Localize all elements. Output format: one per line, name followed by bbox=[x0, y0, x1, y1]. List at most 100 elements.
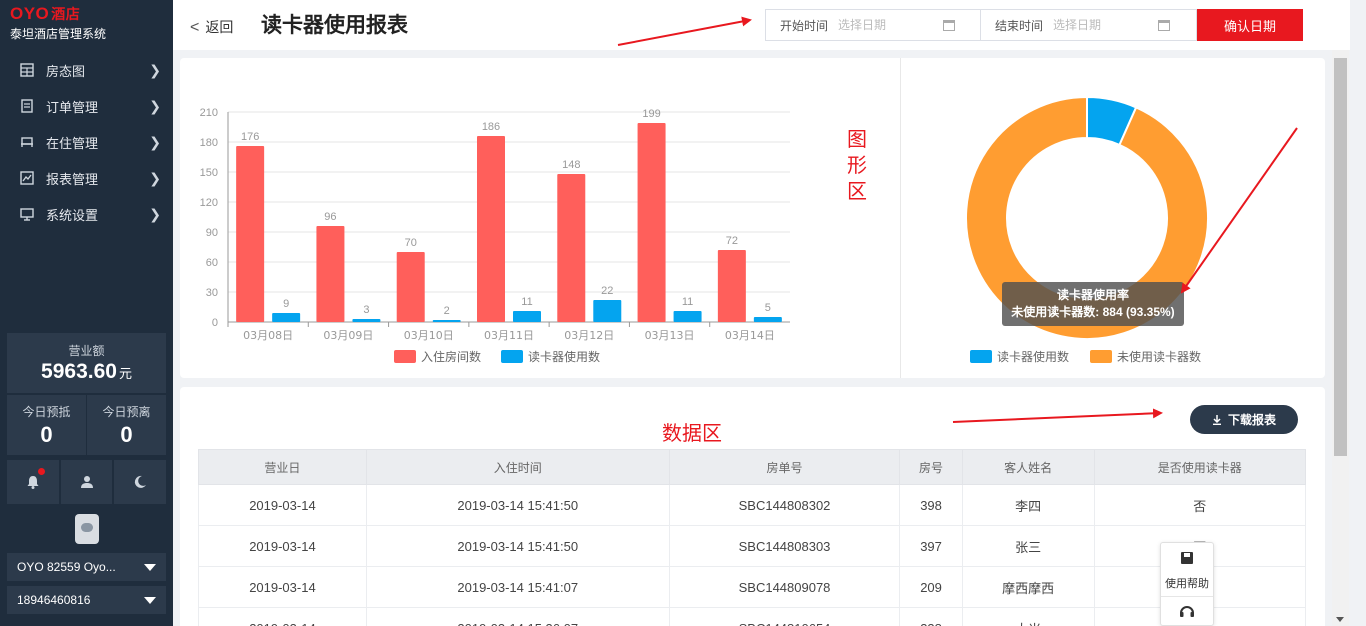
confirm-date-button[interactable]: 确认日期 bbox=[1197, 9, 1303, 41]
table-row[interactable]: 2019-03-14 2019-03-14 15:41:50 SBC14480830… bbox=[198, 484, 1307, 526]
legend-swatch[interactable] bbox=[970, 350, 992, 363]
table-cell: 摩西摩西 bbox=[961, 566, 1095, 608]
bar[interactable] bbox=[673, 311, 702, 322]
headset-icon bbox=[1180, 605, 1194, 617]
chevron-right-icon: ❯ bbox=[149, 97, 161, 114]
notification-button[interactable] bbox=[7, 460, 59, 504]
table-cell: 2019-03-14 bbox=[198, 484, 367, 526]
table-row[interactable]: 2019-03-14 2019-03-14 15:41:07 SBC14480907… bbox=[198, 566, 1307, 608]
column-header: 房单号 bbox=[668, 449, 901, 485]
bar[interactable] bbox=[352, 319, 381, 322]
card-reader-device-icon bbox=[75, 514, 99, 544]
table-cell: 2019-03-14 15:41:07 bbox=[365, 566, 670, 608]
bell-icon bbox=[27, 476, 39, 489]
data-label: 72 bbox=[726, 235, 738, 247]
sidebar-menu: 房态图 ❯ 订单管理 ❯ 在住管理 ❯ 报表管理 ❯ 系统设置 ❯ bbox=[0, 52, 173, 232]
chevron-right-icon: ❯ bbox=[149, 205, 161, 222]
legend-label[interactable]: 读卡器使用数 bbox=[997, 349, 1069, 364]
user-button[interactable] bbox=[60, 460, 113, 504]
table-header-row: 营业日 入住时间 房单号 房号 客人姓名 是否使用读卡器 bbox=[198, 449, 1307, 485]
chevron-left-icon: < bbox=[190, 19, 200, 36]
table-cell: SBC144809078 bbox=[668, 566, 901, 608]
legend-label[interactable]: 读卡器使用数 bbox=[528, 349, 600, 364]
chart-icon bbox=[20, 171, 34, 185]
help-button[interactable]: 使用帮助 bbox=[1161, 543, 1213, 597]
table-cell: 398 bbox=[899, 484, 963, 526]
data-label: 70 bbox=[405, 237, 417, 249]
sidebar-item-in-house[interactable]: 在住管理 ❯ bbox=[0, 124, 173, 160]
bar[interactable] bbox=[717, 250, 746, 322]
help-widget: 使用帮助 bbox=[1160, 542, 1214, 626]
revenue-label: 营业额 bbox=[68, 344, 105, 358]
legend-label[interactable]: 未使用读卡器数 bbox=[1117, 349, 1201, 364]
data-label: 96 bbox=[324, 211, 336, 223]
start-date-field[interactable]: 开始时间 bbox=[765, 9, 981, 41]
hotel-select[interactable]: OYO 82559 Oyo... bbox=[7, 553, 166, 581]
y-tick-label: 210 bbox=[200, 107, 218, 119]
notification-dot bbox=[37, 468, 45, 475]
download-report-button[interactable]: 下载报表 bbox=[1190, 405, 1298, 434]
legend-swatch[interactable] bbox=[394, 350, 416, 363]
legend-swatch[interactable] bbox=[501, 350, 523, 363]
sidebar-item-settings[interactable]: 系统设置 ❯ bbox=[0, 196, 173, 232]
account-select[interactable]: 18946460816 bbox=[7, 586, 166, 614]
start-date-input[interactable] bbox=[838, 18, 944, 32]
x-tick-label: 03月14日 bbox=[725, 329, 775, 342]
column-header: 是否使用读卡器 bbox=[1093, 449, 1307, 485]
back-button[interactable]: < 返回 bbox=[190, 17, 233, 37]
end-date-field[interactable]: 结束时间 bbox=[981, 9, 1197, 41]
end-date-label: 结束时间 bbox=[995, 18, 1044, 33]
sidebar-item-reports[interactable]: 报表管理 ❯ bbox=[0, 160, 173, 196]
bar[interactable] bbox=[753, 317, 782, 322]
sidebar-item-room-status[interactable]: 房态图 ❯ bbox=[0, 52, 173, 88]
data-label: 186 bbox=[482, 121, 500, 133]
monitor-icon bbox=[20, 208, 34, 221]
hotel-select-value: OYO 82559 Oyo... bbox=[17, 560, 116, 574]
data-label: 2 bbox=[444, 305, 450, 317]
x-tick-label: 03月10日 bbox=[404, 329, 454, 342]
revenue-value: 5963.60 元 bbox=[41, 360, 132, 383]
scrollbar-thumb[interactable] bbox=[1334, 58, 1347, 456]
legend-label[interactable]: 入住房间数 bbox=[421, 349, 481, 364]
oyo-logo: OYO 酒店 bbox=[10, 4, 81, 23]
column-header: 客人姓名 bbox=[961, 449, 1095, 485]
night-audit-button[interactable] bbox=[114, 460, 167, 504]
bar[interactable] bbox=[637, 123, 666, 322]
sidebar-item-orders[interactable]: 订单管理 ❯ bbox=[0, 88, 173, 124]
table-cell: 张三 bbox=[961, 525, 1095, 567]
bar[interactable] bbox=[396, 252, 425, 322]
user-icon bbox=[80, 476, 93, 488]
y-tick-label: 30 bbox=[206, 287, 218, 299]
end-date-input[interactable] bbox=[1053, 18, 1159, 32]
customer-service-button[interactable] bbox=[1161, 597, 1213, 626]
bar[interactable] bbox=[236, 146, 265, 322]
bar[interactable] bbox=[513, 311, 541, 322]
brand: OYO 酒店 泰坦酒店管理系统 bbox=[0, 0, 173, 46]
account-select-value: 18946460816 bbox=[17, 593, 91, 607]
table-cell: 2019-03-14 15:41:50 bbox=[365, 525, 670, 567]
list-icon bbox=[21, 99, 33, 113]
bar[interactable] bbox=[432, 320, 461, 322]
bar[interactable] bbox=[316, 226, 345, 322]
legend-swatch[interactable] bbox=[1090, 350, 1112, 363]
table-cell: SBC144808302 bbox=[668, 484, 901, 526]
table-row[interactable]: 2019-03-142019-03-14 15:36:07SBC14481065… bbox=[198, 607, 1307, 626]
page-title: 读卡器使用报表 bbox=[261, 14, 408, 37]
chevron-right-icon: ❯ bbox=[149, 61, 161, 78]
sidebar: OYO 酒店 泰坦酒店管理系统 房态图 ❯ 订单管理 ❯ 在住管理 ❯ 报表管理 … bbox=[0, 0, 173, 626]
table-cell: 209 bbox=[899, 566, 963, 608]
page-scrollbar[interactable] bbox=[1332, 50, 1349, 626]
bar[interactable] bbox=[593, 300, 622, 322]
today-departures-label: 今日预离 bbox=[102, 405, 151, 419]
sidebar-item-label: 房态图 bbox=[46, 63, 86, 79]
bar[interactable] bbox=[557, 174, 586, 322]
bar[interactable] bbox=[272, 313, 301, 322]
save-icon bbox=[1181, 552, 1193, 564]
scroll-down-arrow-icon[interactable] bbox=[1336, 617, 1344, 622]
data-label: 22 bbox=[601, 285, 613, 297]
column-header: 营业日 bbox=[198, 449, 367, 485]
bar[interactable] bbox=[477, 136, 505, 322]
x-tick-label: 03月11日 bbox=[484, 329, 534, 342]
table-row[interactable]: 2019-03-14 2019-03-14 15:41:50 SBC14480830… bbox=[198, 525, 1307, 567]
data-panel: 数据区 下载报表 营业日 入住时间 房单号 房号 客人姓名 是否使用读卡器 2019-03… bbox=[180, 387, 1325, 626]
